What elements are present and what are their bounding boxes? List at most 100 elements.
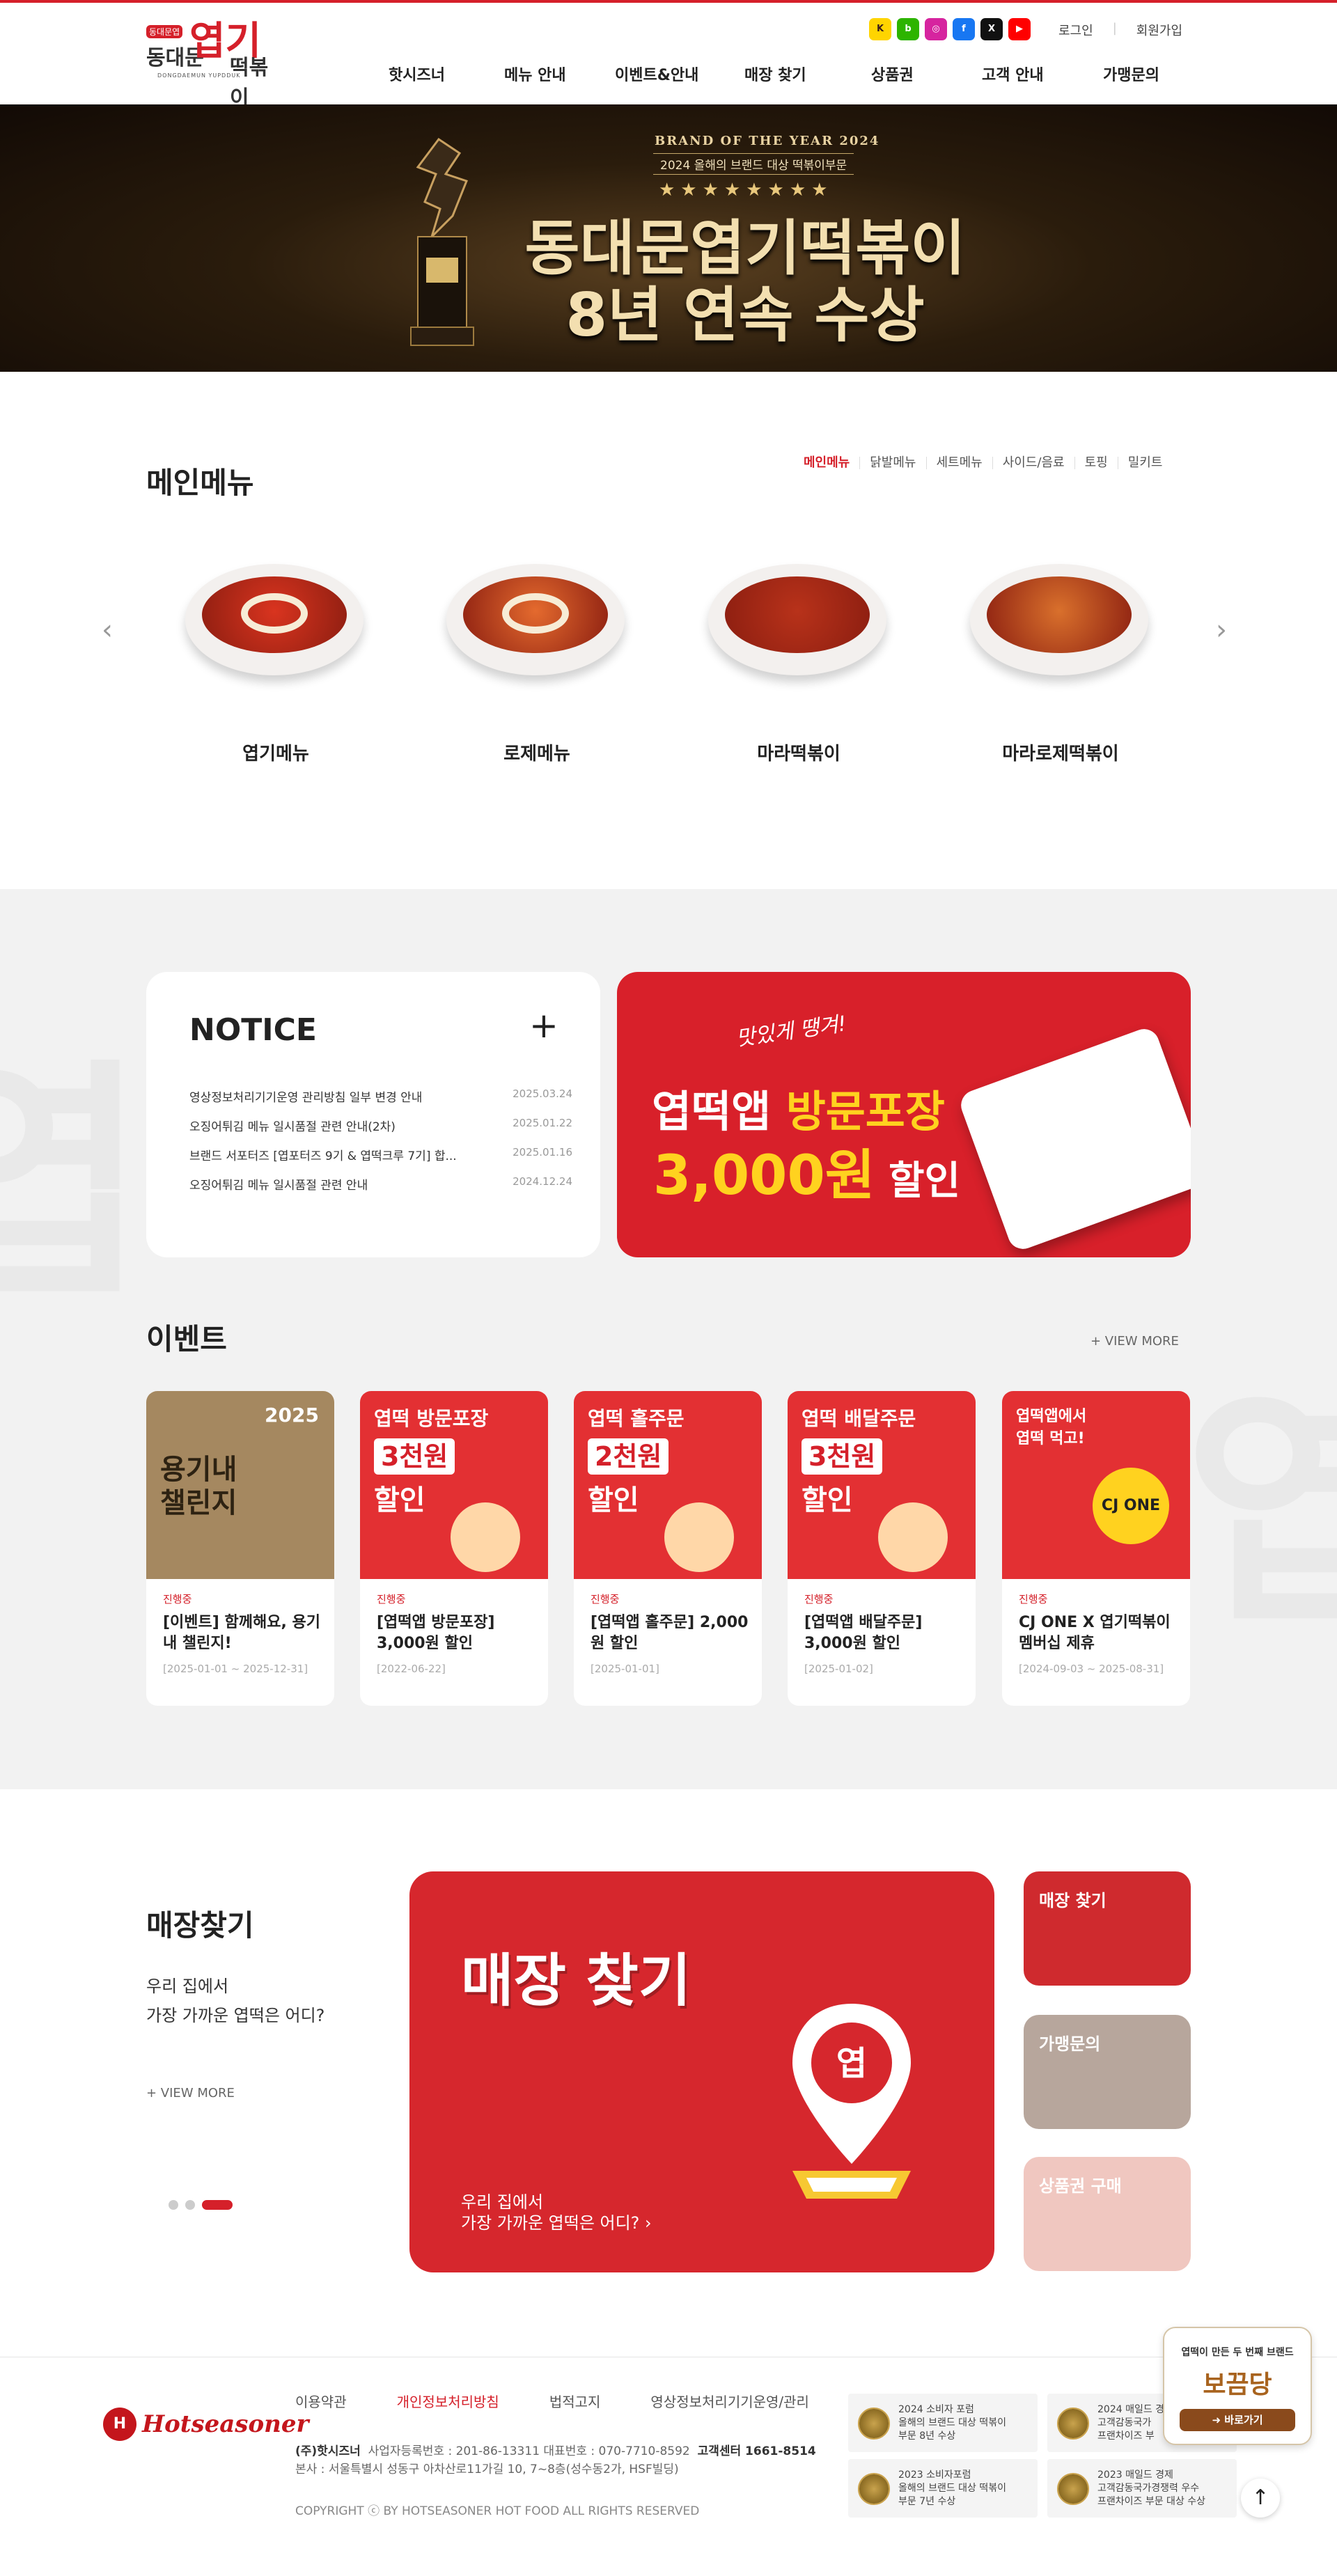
instagram-icon[interactable]: ◎: [925, 18, 947, 40]
slider-dot[interactable]: [169, 2200, 178, 2210]
store-desc-line: 가장 가까운 엽떡은 어디?: [146, 2006, 325, 2025]
event-title: 이벤트: [146, 1322, 227, 1356]
menu-item-mala[interactable]: 마라떡볶이: [701, 557, 896, 764]
nav-store[interactable]: 매장 찾기: [744, 63, 806, 85]
event-status-badge: 진행중: [163, 1593, 192, 1605]
event-card[interactable]: 엽떡 배달주문 3천원 할인 진행중 [엽떡앱 배달주문] 3,000원 할인 …: [788, 1391, 976, 1706]
banner-subheadline: 8년 연속 수상: [565, 281, 925, 350]
store-find-card-title: 매장 찾기: [461, 1948, 691, 2014]
quick-giftcard-card[interactable]: 상품권 구매: [1024, 2157, 1191, 2271]
tab-side-drink[interactable]: 사이드/음료: [992, 457, 1074, 469]
promo-line2-b: 할인: [875, 1159, 961, 1204]
notice-more-plus-icon[interactable]: +: [529, 1008, 558, 1043]
tab-chicken-feet[interactable]: 닭발메뉴: [859, 457, 925, 469]
sauce-image: [987, 576, 1132, 653]
footer-biz-info: 사업자등록번호 : 201-86-13311 대표번호 : 070-7710-8…: [368, 2444, 690, 2458]
menu-item-yupgi[interactable]: 엽기메뉴: [178, 557, 373, 764]
watermark-logo: 엽: [1184, 1365, 1337, 1657]
event-card[interactable]: 엽떡 방문포장 3천원 할인 진행중 [엽떡앱 방문포장] 3,000원 할인 …: [360, 1391, 548, 1706]
phone-app-image: [957, 1024, 1191, 1254]
event-view-more-link[interactable]: + VIEW MORE: [1090, 1334, 1179, 1349]
slider-dot-active[interactable]: [202, 2200, 233, 2210]
footer-terms-link[interactable]: 이용약관: [295, 2391, 347, 2411]
nav-customer[interactable]: 고객 안내: [982, 63, 1044, 85]
hero-banner[interactable]: BRAND OF THE YEAR 2024 2024 올해의 브랜드 대상 떡…: [0, 104, 1337, 372]
slider-dot[interactable]: [185, 2200, 195, 2210]
event-card[interactable]: 엽떡앱에서 엽떡 먹고! CJ ONE 진행중 CJ ONE X 엽기떡볶이 멤…: [1002, 1391, 1190, 1706]
nav-hotseasoner[interactable]: 핫시즈너: [389, 63, 445, 85]
brand-logo[interactable]: 동대문엽 동대문 엽기 떡볶이 DONGDAEMUN YUPDDUK: [146, 19, 272, 111]
nav-franchise[interactable]: 가맹문의: [1103, 63, 1159, 85]
footer-links: 이용약관 개인정보처리방침 법적고지 영상정보처리기기운영/관리: [295, 2391, 809, 2411]
nav-menu[interactable]: 메뉴 안내: [504, 63, 566, 85]
mascot-image: [451, 1502, 520, 1572]
quick-banner-caption: 엽떡이 만든 두 번째 브랜드: [1181, 2347, 1294, 2358]
event-card-image-badge: 2천원: [588, 1438, 669, 1475]
notice-row[interactable]: 오징어튀김 메뉴 일시품절 관련 안내 2024.12.24: [189, 1175, 572, 1193]
menu-next-arrow-icon[interactable]: ›: [1216, 614, 1227, 646]
event-card-image-title: 2025: [265, 1404, 319, 1427]
sister-brand-quick-banner[interactable]: 엽떡이 만든 두 번째 브랜드 보끔당 ➜ 바로가기: [1163, 2327, 1312, 2445]
store-find-card-desc: 우리 집에서 가장 가까운 엽떡은 어디? ›: [461, 2192, 652, 2233]
footer-privacy-link[interactable]: 개인정보처리방침: [397, 2391, 499, 2411]
event-card-image-title: 엽떡 배달주문: [802, 1407, 916, 1430]
event-status-badge: 진행중: [1019, 1593, 1048, 1605]
youtube-icon[interactable]: ▶: [1008, 18, 1031, 40]
x-icon[interactable]: X: [980, 18, 1003, 40]
footer-copyright: COPYRIGHT ⓒ BY HOTSEASONER HOT FOOD ALL …: [295, 2504, 700, 2518]
store-find-card[interactable]: 매장 찾기 엽 우리 집에서 가장 가까운 엽떡은 어디? ›: [409, 1871, 994, 2272]
event-card-image-sub: 할인: [588, 1484, 639, 1516]
event-card-title: [이벤트] 함께해요, 용기내 챌린지!: [163, 1614, 320, 1652]
notice-row[interactable]: 오징어튀김 메뉴 일시품절 관련 안내(2차) 2025.01.22: [189, 1117, 572, 1134]
notice-row[interactable]: 영상정보처리기기운영 관리방침 일부 변경 안내 2025.03.24: [189, 1087, 572, 1105]
promo-line2-a: 3,000원: [653, 1145, 875, 1207]
event-card[interactable]: 2025 용기내 챌린지 진행중 [이벤트] 함께해요, 용기내 챌린지! [2…: [146, 1391, 334, 1706]
menu-item-mala-rose[interactable]: 마라로제떡볶이: [963, 557, 1158, 764]
scroll-to-top-arrow-icon[interactable]: ↑: [1241, 2479, 1280, 2518]
event-card-image-title: 엽떡앱에서: [1016, 1408, 1087, 1425]
tab-main-menu[interactable]: 메인메뉴: [794, 457, 859, 469]
join-link[interactable]: 회원가입: [1136, 21, 1182, 39]
quick-banner-go-button[interactable]: ➜ 바로가기: [1180, 2409, 1295, 2431]
menu-item-rose[interactable]: 로제메뉴: [439, 557, 634, 764]
quick-store-find-card[interactable]: 매장 찾기: [1024, 1871, 1191, 1986]
tab-set-menu[interactable]: 세트메뉴: [925, 457, 992, 469]
notice-row-date: 2025.01.16: [513, 1146, 572, 1159]
notice-row-date: 2025.01.22: [513, 1117, 572, 1129]
promo-banner[interactable]: 맛있게 땡겨! 엽떡앱 방문포장 3,000원 할인: [617, 972, 1191, 1257]
event-card-image: 엽떡 홀주문 2천원 할인: [574, 1391, 762, 1579]
footer-logo[interactable]: H Hotseasoner: [103, 2408, 308, 2441]
event-card-image-sub: 챌린지: [160, 1487, 237, 1519]
menu-prev-arrow-icon[interactable]: ‹: [102, 614, 113, 646]
cream-swirl: [241, 593, 308, 634]
event-card-image-badge: 3천원: [802, 1438, 883, 1475]
tab-topping[interactable]: 토핑: [1074, 457, 1118, 469]
award-text: 2023 매일드 경제 고객감동국가경쟁력 우수 프랜차이즈 부문 대상 수상: [1097, 2469, 1206, 2507]
watermark-logo: 엽: [0, 1038, 148, 1330]
footer-legal-link[interactable]: 법적고지: [549, 2391, 601, 2411]
naver-blog-icon[interactable]: b: [897, 18, 919, 40]
store-title: 매장찾기: [146, 1908, 254, 1942]
nav-giftcard[interactable]: 상품권: [871, 63, 914, 85]
tab-meal-kit[interactable]: 밀키트: [1117, 457, 1173, 469]
kakao-icon[interactable]: K: [869, 18, 891, 40]
event-card-date: [2024-09-03 ~ 2025-08-31]: [1019, 1663, 1164, 1675]
facebook-icon[interactable]: f: [953, 18, 975, 40]
store-view-more-link[interactable]: + VIEW MORE: [146, 2086, 235, 2100]
quick-franchise-card[interactable]: 가맹문의: [1024, 2015, 1191, 2129]
event-card[interactable]: 엽떡 홀주문 2천원 할인 진행중 [엽떡앱 홀주문] 2,000원 할인 [2…: [574, 1391, 762, 1706]
event-card-image: 엽떡앱에서 엽떡 먹고! CJ ONE: [1002, 1391, 1190, 1579]
event-card-image-badge: 3천원: [374, 1438, 455, 1475]
nav-event[interactable]: 이벤트&안내: [615, 63, 698, 85]
notice-row-title: 영상정보처리기기운영 관리방침 일부 변경 안내: [189, 1091, 423, 1105]
login-link[interactable]: 로그인: [1058, 21, 1093, 39]
notice-row[interactable]: 브랜드 서포터즈 [엽포터즈 9기 & 엽떡크루 7기] 합... 2025.01…: [189, 1146, 572, 1163]
event-card-image-sub: 할인: [802, 1484, 853, 1516]
main-menu-tabs: 메인메뉴 닭발메뉴 세트메뉴 사이드/음료 토핑 밀키트: [794, 457, 1172, 469]
footer-cctv-link[interactable]: 영상정보처리기기운영/관리: [650, 2391, 809, 2411]
medal-icon: [858, 2473, 890, 2505]
footer-company-info: (주)핫시즈너 사업자등록번호 : 201-86-13311 대표번호 : 07…: [295, 2442, 838, 2479]
event-status-badge: 진행중: [377, 1593, 406, 1605]
store-find-card-desc-line: 우리 집에서: [461, 2192, 544, 2212]
slider-dots: [169, 2200, 233, 2210]
